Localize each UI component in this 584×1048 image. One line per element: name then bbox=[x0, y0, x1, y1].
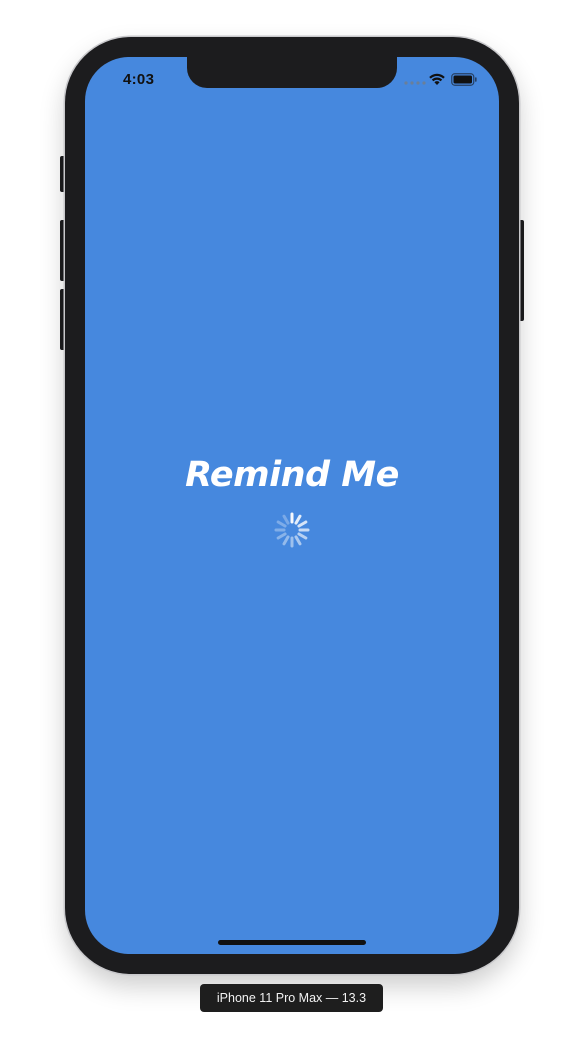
device-label: iPhone 11 Pro Max — 13.3 bbox=[200, 984, 383, 1012]
activity-spinner-icon bbox=[274, 512, 310, 548]
status-time: 4:03 bbox=[123, 71, 155, 88]
battery-icon bbox=[451, 73, 477, 86]
device-notch bbox=[187, 57, 397, 88]
cellular-signal-icon bbox=[404, 81, 426, 85]
app-screen[interactable]: 4:03 Remind Me bbox=[85, 57, 499, 954]
home-indicator[interactable] bbox=[218, 940, 366, 945]
wifi-icon bbox=[429, 73, 445, 85]
simulator-stage: 4:03 Remind Me iPhone 11 Pro Max — 13.3 bbox=[0, 0, 584, 1048]
app-title: Remind Me bbox=[185, 455, 399, 495]
